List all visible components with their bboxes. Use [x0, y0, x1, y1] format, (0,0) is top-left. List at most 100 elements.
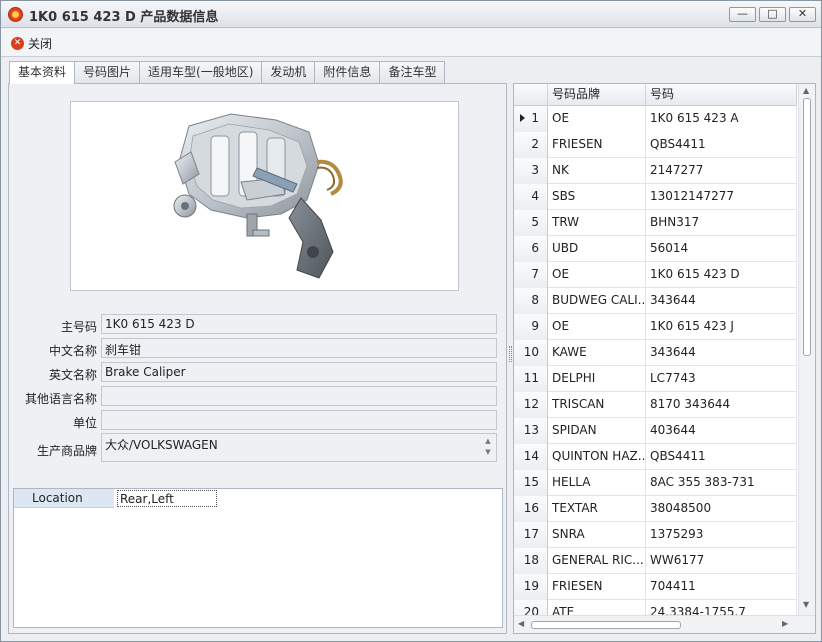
cell-brand[interactable]: TEXTAR — [548, 496, 646, 522]
tab-engine[interactable]: 发动机 — [261, 61, 316, 83]
table-row[interactable]: 19 FRIESEN 704411 — [514, 574, 797, 600]
cell-code[interactable]: 403644 — [646, 418, 797, 444]
cell-brand[interactable]: FRIESEN — [548, 132, 646, 158]
cell-brand[interactable]: BUDWEG CALI... — [548, 288, 646, 314]
scroll-down-icon[interactable]: ▼ — [803, 600, 809, 609]
table-row[interactable]: 18 GENERAL RIC... WW6177 — [514, 548, 797, 574]
cell-brand[interactable]: KAWE — [548, 340, 646, 366]
table-row[interactable]: 5 TRW BHN317 — [514, 210, 797, 236]
table-row[interactable]: 12 TRISCAN 8170 343644 — [514, 392, 797, 418]
cell-code[interactable]: 1K0 615 423 J — [646, 314, 797, 340]
cell-brand[interactable]: SBS — [548, 184, 646, 210]
scroll-left-icon[interactable]: ◀ — [518, 619, 524, 628]
grid-header-brand[interactable]: 号码品牌 — [548, 84, 646, 106]
basic-info-panel: 主号码 1K0 615 423 D 中文名称 刹车钳 英文名称 Brake Ca… — [8, 83, 507, 634]
tab-accessory-info[interactable]: 附件信息 — [314, 61, 381, 83]
table-row[interactable]: 7 OE 1K0 615 423 D — [514, 262, 797, 288]
horizontal-scroll-thumb[interactable] — [531, 621, 681, 629]
tab-part-images[interactable]: 号码图片 — [74, 61, 141, 83]
tab-remark-vehicles[interactable]: 备注车型 — [379, 61, 446, 83]
memo-scroll-arrows[interactable]: ▲ ▼ — [482, 436, 494, 460]
current-row-indicator-icon — [520, 114, 525, 122]
cell-brand[interactable]: HELLA — [548, 470, 646, 496]
cell-brand[interactable]: FRIESEN — [548, 574, 646, 600]
grid-header-code[interactable]: 号码 — [646, 84, 797, 106]
table-row[interactable]: 13 SPIDAN 403644 — [514, 418, 797, 444]
main-code-label: 主号码 — [60, 320, 97, 334]
property-value[interactable]: Rear,Left — [117, 490, 217, 507]
cell-brand[interactable]: SPIDAN — [548, 418, 646, 444]
cell-code[interactable]: 56014 — [646, 236, 797, 262]
cell-code[interactable]: 1K0 615 423 D — [646, 262, 797, 288]
grid-horizontal-scrollbar[interactable]: ◀ ▶ — [514, 615, 815, 633]
cell-code[interactable]: 343644 — [646, 288, 797, 314]
cell-brand[interactable]: OE — [548, 314, 646, 340]
cell-code[interactable]: QBS4411 — [646, 444, 797, 470]
cell-brand[interactable]: NK — [548, 158, 646, 184]
cell-brand[interactable]: OE — [548, 106, 646, 132]
property-row[interactable]: Location Rear,Left — [14, 489, 502, 508]
product-data-window: 1K0 615 423 D 产品数据信息 — □ ✕ ✕ 关闭 基本资料 号码图… — [0, 0, 822, 642]
table-row[interactable]: 4 SBS 13012147277 — [514, 184, 797, 210]
cell-code[interactable]: 8170 343644 — [646, 392, 797, 418]
table-row[interactable]: 2 FRIESEN QBS4411 — [514, 132, 797, 158]
table-row[interactable]: 15 HELLA 8AC 355 383-731 — [514, 470, 797, 496]
tab-basic-info[interactable]: 基本资料 — [9, 61, 76, 84]
cell-code[interactable]: BHN317 — [646, 210, 797, 236]
cell-brand[interactable]: SNRA — [548, 522, 646, 548]
tab-applicable-vehicles[interactable]: 适用车型(一般地区) — [139, 61, 263, 83]
cell-code[interactable]: 8AC 355 383-731 — [646, 470, 797, 496]
close-button-label: 关闭 — [28, 36, 53, 51]
row-index: 8 — [514, 288, 548, 314]
row-index: 9 — [514, 314, 548, 340]
cell-brand[interactable]: QUINTON HAZ... — [548, 444, 646, 470]
brand-memo-field[interactable]: 大众/VOLKSWAGEN ▲ ▼ — [101, 433, 497, 462]
close-button[interactable]: ✕ 关闭 — [11, 34, 52, 52]
cell-brand[interactable]: GENERAL RIC... — [548, 548, 646, 574]
table-row[interactable]: 16 TEXTAR 38048500 — [514, 496, 797, 522]
grid-vertical-scrollbar[interactable]: ▲ ▼ — [798, 84, 815, 615]
unit-field[interactable] — [101, 410, 497, 430]
main-code-field[interactable]: 1K0 615 423 D — [101, 314, 497, 334]
table-row[interactable]: 10 KAWE 343644 — [514, 340, 797, 366]
other-lang-field[interactable] — [101, 386, 497, 406]
table-row[interactable]: 3 NK 2147277 — [514, 158, 797, 184]
table-row[interactable]: 14 QUINTON HAZ... QBS4411 — [514, 444, 797, 470]
toolbar: ✕ 关闭 — [1, 29, 821, 57]
cell-code[interactable]: 13012147277 — [646, 184, 797, 210]
table-row[interactable]: 17 SNRA 1375293 — [514, 522, 797, 548]
cell-brand[interactable]: TRW — [548, 210, 646, 236]
cell-code[interactable]: 704411 — [646, 574, 797, 600]
minimize-button[interactable]: — — [729, 7, 756, 22]
cell-brand[interactable]: UBD — [548, 236, 646, 262]
scroll-up-icon[interactable]: ▲ — [803, 86, 809, 95]
cell-code[interactable]: 2147277 — [646, 158, 797, 184]
brand-memo-text: 大众/VOLKSWAGEN — [105, 438, 218, 452]
cell-brand[interactable]: DELPHI — [548, 366, 646, 392]
table-row[interactable]: 6 UBD 56014 — [514, 236, 797, 262]
maximize-button[interactable]: □ — [759, 7, 786, 22]
scroll-right-icon[interactable]: ▶ — [782, 619, 788, 628]
cell-code[interactable]: 343644 — [646, 340, 797, 366]
cell-code[interactable]: 38048500 — [646, 496, 797, 522]
cell-code[interactable]: 1K0 615 423 A — [646, 106, 797, 132]
table-row[interactable]: 9 OE 1K0 615 423 J — [514, 314, 797, 340]
window-title: 1K0 615 423 D 产品数据信息 — [29, 10, 219, 25]
cell-code[interactable]: WW6177 — [646, 548, 797, 574]
table-row[interactable]: 11 DELPHI LC7743 — [514, 366, 797, 392]
table-row[interactable]: 1 OE 1K0 615 423 A — [514, 106, 797, 132]
unit-label: 单位 — [72, 416, 97, 430]
cell-code[interactable]: 1375293 — [646, 522, 797, 548]
cell-brand[interactable]: TRISCAN — [548, 392, 646, 418]
cell-code[interactable]: QBS4411 — [646, 132, 797, 158]
cell-code[interactable]: LC7743 — [646, 366, 797, 392]
table-row[interactable]: 8 BUDWEG CALI... 343644 — [514, 288, 797, 314]
row-index: 10 — [514, 340, 548, 366]
cell-brand[interactable]: OE — [548, 262, 646, 288]
row-index: 17 — [514, 522, 548, 548]
en-name-field[interactable]: Brake Caliper — [101, 362, 497, 382]
window-close-button[interactable]: ✕ — [789, 7, 816, 22]
cn-name-field[interactable]: 刹车钳 — [101, 338, 497, 358]
panel-splitter-handle[interactable] — [509, 346, 512, 362]
vertical-scroll-thumb[interactable] — [803, 98, 811, 356]
